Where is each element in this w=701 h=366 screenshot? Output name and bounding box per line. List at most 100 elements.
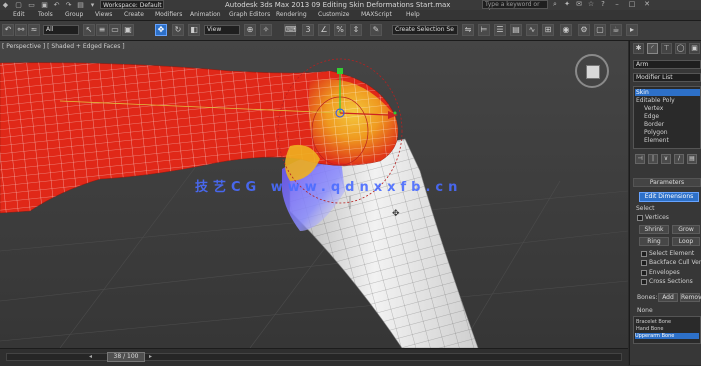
modifier-list-dropdown[interactable]: Modifier List xyxy=(633,73,701,82)
select-by-name-icon[interactable]: ≡ xyxy=(96,24,108,36)
viewcube-icon[interactable] xyxy=(575,54,609,88)
rendered-frame-window-icon[interactable]: ▢ xyxy=(594,24,606,36)
bone-item-upperarm[interactable]: Upperarm Bone xyxy=(635,333,699,339)
subscription-icon[interactable]: ✦ xyxy=(562,0,572,9)
maximize-icon[interactable]: □ xyxy=(627,0,637,9)
menu-customize[interactable]: Customize xyxy=(318,11,350,19)
hierarchy-tab-icon[interactable]: ⊤ xyxy=(661,43,672,54)
display-tab-icon[interactable]: ▣ xyxy=(689,43,700,54)
material-editor-icon[interactable]: ◉ xyxy=(560,24,572,36)
bone-item-hand[interactable]: Hand Bone xyxy=(636,326,664,332)
named-selection-dropdown[interactable]: Create Selection Se xyxy=(392,25,458,35)
stack-item-skin[interactable]: Skin xyxy=(635,89,700,96)
binoculars-icon[interactable]: ⌕ xyxy=(550,0,560,9)
window-crossing-icon[interactable]: ▣ xyxy=(122,24,134,36)
menu-maxscript[interactable]: MAXScript xyxy=(361,11,392,19)
stack-item-edge[interactable]: Edge xyxy=(644,113,659,120)
loop-button[interactable]: Loop xyxy=(672,237,700,246)
minimize-icon[interactable]: – xyxy=(612,0,622,9)
render-dropdown-icon[interactable]: ▸ xyxy=(626,24,638,36)
modifier-stack[interactable]: Skin Editable Poly Vertex Edge Border Po… xyxy=(633,86,701,149)
render-production-icon[interactable]: ☕ xyxy=(610,24,622,36)
viewport-label[interactable]: [ Perspective ] [ Shaded + Edged Faces ] xyxy=(2,43,125,50)
shrink-button[interactable]: Shrink xyxy=(639,225,669,234)
select-object-icon[interactable]: ↖ xyxy=(83,24,95,36)
rectangular-selection-icon[interactable]: ▭ xyxy=(109,24,121,36)
time-slider-thumb[interactable]: 38 / 100 xyxy=(107,352,145,362)
keyboard-shortcut-override-icon[interactable]: ⌨ xyxy=(284,24,297,36)
reference-coordinate-dropdown[interactable]: View xyxy=(204,25,240,35)
stack-item-editable-poly[interactable]: Editable Poly xyxy=(636,97,675,104)
save-icon[interactable]: ▣ xyxy=(40,1,49,9)
redo-icon[interactable]: ↷ xyxy=(64,1,73,9)
menu-modifiers[interactable]: Modifiers xyxy=(155,11,182,19)
configure-sets-icon[interactable]: ▤ xyxy=(687,154,697,164)
menu-animation[interactable]: Animation xyxy=(190,11,221,19)
layer-manager-icon[interactable]: ☰ xyxy=(494,24,506,36)
new-file-icon[interactable]: ▢ xyxy=(14,1,23,9)
bone-item-bracelet[interactable]: Bracelet Bone xyxy=(636,319,671,325)
select-and-move-icon[interactable]: ✥ xyxy=(155,24,167,36)
make-unique-icon[interactable]: ∨ xyxy=(661,154,671,164)
close-icon[interactable]: ✕ xyxy=(642,0,652,9)
time-slider-track[interactable] xyxy=(6,353,622,361)
snaps-toggle-icon[interactable]: 3 xyxy=(302,24,314,36)
favorites-icon[interactable]: ☆ xyxy=(586,0,596,9)
project-folder-icon[interactable]: ▤ xyxy=(76,1,85,9)
stack-item-element[interactable]: Element xyxy=(644,137,669,144)
pin-stack-icon[interactable]: ⊣ xyxy=(635,154,645,164)
selection-filter-dropdown[interactable]: All xyxy=(43,25,79,35)
cross-sections-checkbox[interactable] xyxy=(641,279,647,285)
align-icon[interactable]: ⊨ xyxy=(478,24,490,36)
show-end-result-icon[interactable]: | xyxy=(648,154,658,164)
menu-group[interactable]: Group xyxy=(65,11,83,19)
curve-editor-icon[interactable]: ∿ xyxy=(526,24,538,36)
pivot-center-icon[interactable]: ⊕ xyxy=(244,24,256,36)
next-frame-icon[interactable]: ▸ xyxy=(149,353,156,360)
app-logo-icon[interactable]: ◆ xyxy=(1,1,10,9)
help-icon[interactable]: ? xyxy=(598,0,608,9)
stack-item-vertex[interactable]: Vertex xyxy=(644,105,663,112)
parameters-rollout[interactable]: Parameters xyxy=(633,178,701,187)
add-bone-button[interactable]: Add xyxy=(658,293,678,302)
menu-edit[interactable]: Edit xyxy=(13,11,25,19)
menu-create[interactable]: Create xyxy=(124,11,144,19)
render-setup-icon[interactable]: ⚙ xyxy=(578,24,590,36)
stack-item-border[interactable]: Border xyxy=(644,121,664,128)
menu-rendering[interactable]: Rendering xyxy=(276,11,307,19)
search-input[interactable]: Type a keyword or phrase xyxy=(482,0,548,16)
remove-modifier-icon[interactable]: ∕ xyxy=(674,154,684,164)
select-element-checkbox[interactable] xyxy=(641,251,647,257)
communication-icon[interactable]: ✉ xyxy=(574,0,584,9)
grow-button[interactable]: Grow xyxy=(672,225,700,234)
mirror-icon[interactable]: ⇋ xyxy=(462,24,474,36)
menu-views[interactable]: Views xyxy=(95,11,112,19)
undo-toolbar-icon[interactable]: ↶ xyxy=(2,24,14,36)
edit-dimensions-button[interactable]: Edit Dimensions xyxy=(639,192,699,202)
previous-frame-icon[interactable]: ◂ xyxy=(89,353,96,360)
schematic-view-icon[interactable]: ⊞ xyxy=(542,24,554,36)
perspective-viewport[interactable]: ✥ [ Perspective ] [ Shaded + Edged Faces… xyxy=(0,41,628,348)
ring-button[interactable]: Ring xyxy=(639,237,669,246)
dropdown-icon[interactable]: ▾ xyxy=(88,1,97,9)
menu-help[interactable]: Help xyxy=(406,11,420,19)
modify-tab-icon[interactable]: ◜ xyxy=(647,43,658,54)
bind-space-warp-icon[interactable]: ≈ xyxy=(28,24,40,36)
menu-tools[interactable]: Tools xyxy=(38,11,53,19)
workspace-dropdown[interactable]: Workspace: Default xyxy=(100,0,164,9)
bones-list[interactable]: Bracelet Bone Hand Bone Upperarm Bone xyxy=(633,316,701,344)
select-and-scale-icon[interactable]: ◧ xyxy=(188,24,200,36)
create-tab-icon[interactable]: ✱ xyxy=(633,43,644,54)
select-and-rotate-icon[interactable]: ↻ xyxy=(172,24,184,36)
graphite-ribbon-icon[interactable]: ▤ xyxy=(510,24,522,36)
undo-icon[interactable]: ↶ xyxy=(52,1,61,9)
stack-item-polygon[interactable]: Polygon xyxy=(644,129,668,136)
motion-tab-icon[interactable]: ◯ xyxy=(675,43,686,54)
link-icon[interactable]: ⚯ xyxy=(15,24,27,36)
angle-snap-icon[interactable]: ∠ xyxy=(318,24,330,36)
open-file-icon[interactable]: ▭ xyxy=(27,1,36,9)
percent-snap-icon[interactable]: % xyxy=(334,24,346,36)
menu-graph-editors[interactable]: Graph Editors xyxy=(229,11,270,19)
backface-cull-checkbox[interactable] xyxy=(641,260,647,266)
vertices-checkbox[interactable] xyxy=(637,215,643,221)
